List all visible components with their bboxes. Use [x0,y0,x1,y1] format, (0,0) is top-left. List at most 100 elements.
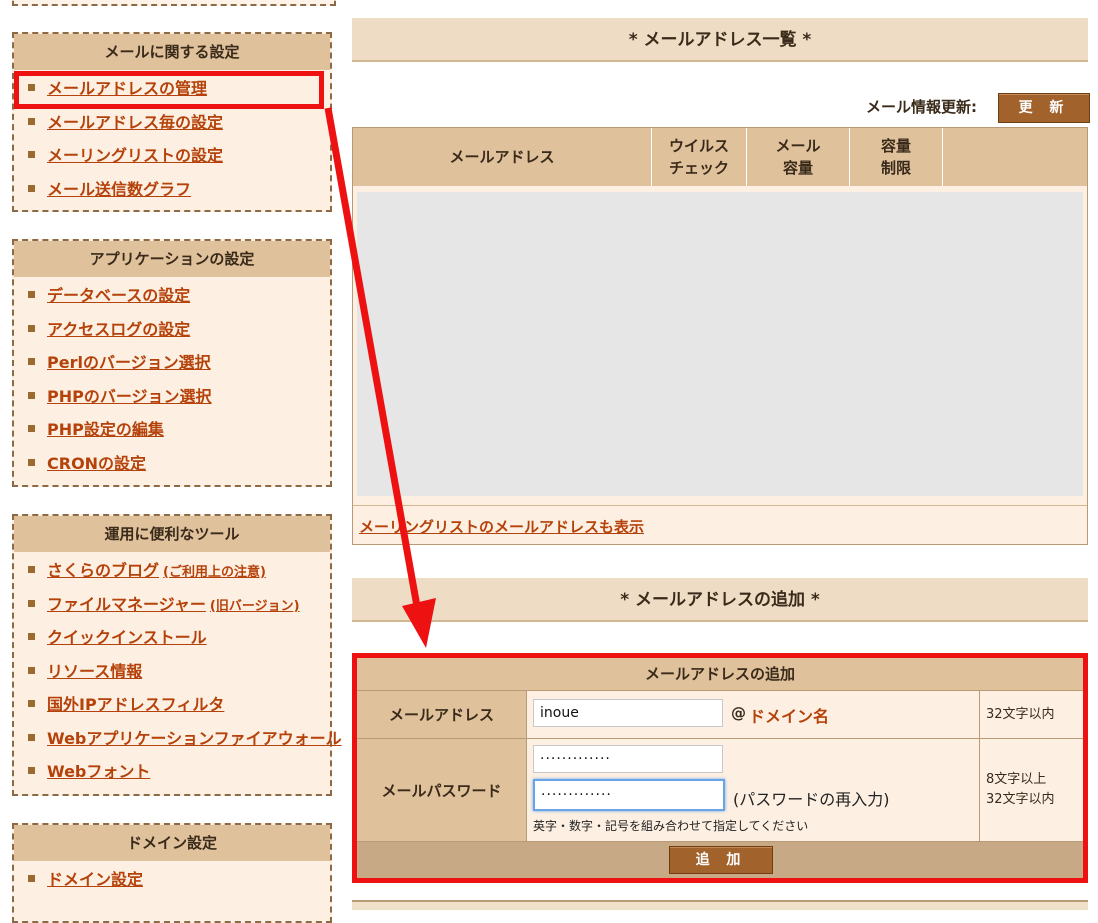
sidebar-tools-title: 運用に便利なツール [14,516,330,552]
sidebar-item-resource[interactable]: リソース情報 [14,655,330,689]
sidebar-item-cron[interactable]: CRONの設定 [14,447,330,481]
sidebar-item-file-manager[interactable]: ファイルマネージャー (旧バージョン) [14,588,330,622]
sidebar-sub-link[interactable]: (旧バージョン) [210,599,300,614]
address-row: メールアドレス inoue @ ドメイン名 32文字以内 [357,691,1083,739]
add-mail-heading: * メールアドレスの追加 * [352,578,1088,622]
password-max-note: 32文字以内 [986,792,1055,807]
square-bullet-icon [28,633,35,640]
sidebar-link[interactable]: PHP設定の編集 [47,420,164,439]
show-mailing-list-link[interactable]: メーリングリストのメールアドレスも表示 [359,516,644,537]
sidebar-mail-title: メールに関する設定 [14,34,330,70]
sidebar-domain-title: ドメイン設定 [14,825,330,861]
square-bullet-icon [28,666,35,674]
sidebar-link[interactable]: ファイルマネージャー [47,595,206,614]
sidebar-link[interactable]: Perlのバージョン選択 [47,353,211,372]
square-bullet-icon [28,425,35,432]
sidebar-item-domain[interactable]: ドメイン設定 [14,863,330,897]
sidebar-tools-box: 運用に便利なツール さくらのブログ (ご利用上の注意) ファイルマネージャー (旧バ… [12,514,342,796]
sidebar-item-database[interactable]: データベースの設定 [14,279,330,313]
password-confirm-hint: (パスワードの再入力) [733,790,890,809]
refresh-label: メール情報更新: [866,98,977,116]
sidebar-item-access-log[interactable]: アクセスログの設定 [14,313,330,347]
domain-name-link[interactable]: ドメイン名 [749,703,829,727]
sidebar-link[interactable]: ドメイン設定 [47,870,143,889]
square-bullet-icon [28,875,35,882]
sidebar-domain-box: ドメイン設定 ドメイン設定 [12,823,332,923]
sidebar-link[interactable]: CRONの設定 [47,454,146,473]
next-section-edge [352,900,1088,910]
password-confirm-input[interactable]: ············· [533,779,725,811]
sidebar-apps-box: アプリケーションの設定 データベースの設定 アクセスログの設定 Perlのバージ… [12,239,332,487]
square-bullet-icon [28,358,35,365]
square-bullet-icon [28,599,35,607]
square-bullet-icon [28,458,35,466]
sidebar-item-quick-install[interactable]: クイックインストール [14,621,330,655]
square-bullet-icon [28,291,35,298]
sidebar-link[interactable]: メール送信数グラフ [47,180,191,199]
sidebar-link[interactable]: Webフォント [47,762,150,781]
sidebar-mail-box: メールに関する設定 メールアドレスの管理 メールアドレス毎の設定 メーリングリス… [12,32,332,212]
address-note: 32文字以内 [979,691,1083,738]
sidebar-item-webfont[interactable]: Webフォント [14,755,330,789]
sidebar-item-mail-settings[interactable]: メールアドレス毎の設定 [14,106,330,140]
sidebar-link[interactable]: 国外IPアドレスフィルタ [47,695,224,714]
mail-list-body [357,192,1083,496]
sidebar-top-box-edge [12,0,336,6]
sidebar-link[interactable]: データベースの設定 [47,286,190,305]
address-input[interactable]: inoue [533,699,723,727]
password-note: 8文字以上 32文字以内 [979,739,1083,841]
square-bullet-icon [28,566,35,573]
sidebar-link[interactable]: アクセスログの設定 [47,320,190,339]
password-rule-hint: 英字・数字・記号を組み合わせて指定してください [533,819,809,833]
add-button[interactable]: 追 加 [669,846,773,874]
highlight-box [14,71,324,109]
square-bullet-icon [28,700,35,707]
sidebar-item-php[interactable]: PHPのバージョン選択 [14,380,330,414]
sidebar-link[interactable]: さくらのブログ [47,561,159,580]
sidebar-apps-title: アプリケーションの設定 [14,241,330,277]
sidebar-sub-link[interactable]: (ご利用上の注意) [163,565,266,580]
sidebar-item-ip-filter[interactable]: 国外IPアドレスフィルタ [14,688,330,722]
square-bullet-icon [28,151,35,158]
address-label: メールアドレス [357,691,527,738]
password-min-note: 8文字以上 [986,772,1047,787]
divider [353,505,1087,506]
square-bullet-icon [28,324,35,332]
password-row: メールパスワード ············· ············· (パス… [357,739,1083,842]
sidebar-link[interactable]: PHPのバージョン選択 [47,387,212,406]
sidebar-item-perl[interactable]: Perlのバージョン選択 [14,346,330,380]
sidebar-item-blog[interactable]: さくらのブログ (ご利用上の注意) [14,554,330,588]
mail-list-heading: * メールアドレス一覧 * [352,18,1088,62]
square-bullet-icon [28,117,35,125]
col-header-quota: 容量 制限 [850,128,943,186]
col-header-address: メールアドレス [353,128,652,186]
square-bullet-icon [28,733,35,741]
mail-list-header-row: メールアドレス ウイルス チェック メール 容量 容量 制限 [353,128,1087,186]
at-sign: @ [731,704,746,722]
sidebar-item-waf[interactable]: Webアプリケーションファイアウォール [14,722,342,756]
square-bullet-icon [28,184,35,192]
address-cell: inoue @ ドメイン名 [527,691,979,738]
refresh-button[interactable]: 更 新 [998,93,1090,123]
col-header-size: メール 容量 [747,128,850,186]
password-input[interactable]: ············· [533,745,723,773]
sidebar-link[interactable]: メールアドレス毎の設定 [47,113,223,132]
sidebar-item-mail-graph[interactable]: メール送信数グラフ [14,173,330,207]
sidebar-link[interactable]: メーリングリストの設定 [47,146,223,165]
address-length-note: 32文字以内 [986,706,1055,722]
add-form-footer: 追 加 [357,842,1083,878]
col-header-actions [943,128,1087,186]
sidebar-item-mailing-list[interactable]: メーリングリストの設定 [14,139,330,173]
mail-list-table: メールアドレス ウイルス チェック メール 容量 容量 制限 メーリングリストの… [352,127,1088,545]
add-mail-form: メールアドレスの追加 メールアドレス inoue @ ドメイン名 32文字以内 … [352,653,1088,883]
sidebar-item-php-edit[interactable]: PHP設定の編集 [14,413,330,447]
col-header-virus: ウイルス チェック [652,128,747,186]
add-form-title: メールアドレスの追加 [357,658,1083,691]
sidebar-link[interactable]: Webアプリケーションファイアウォール [47,729,342,748]
password-label: メールパスワード [357,739,527,841]
sidebar-link[interactable]: クイックインストール [47,628,207,647]
sidebar-link[interactable]: リソース情報 [47,662,142,681]
square-bullet-icon [28,767,35,774]
square-bullet-icon [28,391,35,399]
password-cell: ············· ············· (パスワードの再入力) … [527,739,979,841]
